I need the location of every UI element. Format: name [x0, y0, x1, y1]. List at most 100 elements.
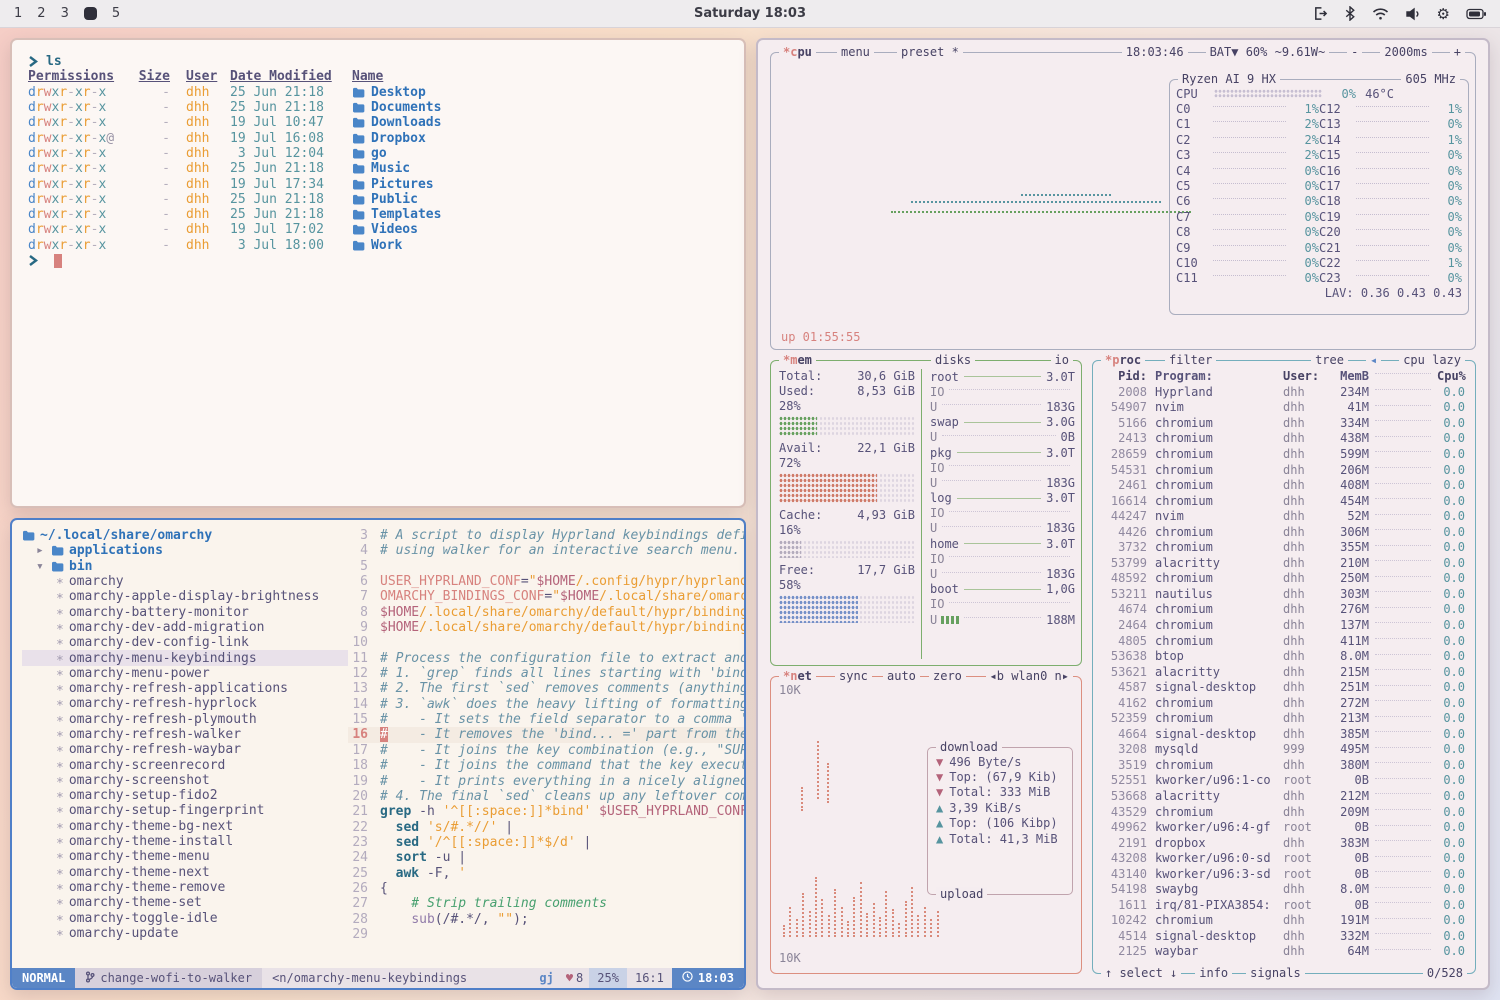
process-row[interactable]: 2461chromiumdhh408M0.0: [1097, 477, 1471, 493]
tree-file[interactable]: ∗omarchy-theme-remove: [22, 880, 348, 895]
process-row[interactable]: 54907nvimdhh41M0.0: [1097, 400, 1471, 416]
code-line[interactable]: 4# using walker for an interactive searc…: [348, 543, 744, 558]
proc-box-title[interactable]: *proc: [1101, 353, 1145, 368]
process-row[interactable]: 52551kworker/u96:1-coroot0B0.0: [1097, 773, 1471, 789]
tree-file[interactable]: ∗omarchy-theme-menu: [22, 849, 348, 864]
code-line[interactable]: 23 sed '/^[[:space:]]*$/d' |: [348, 835, 744, 850]
code-line[interactable]: 8$HOME/.local/share/omarchy/default/hypr…: [348, 605, 744, 620]
tree-file[interactable]: ∗omarchy-theme-install: [22, 834, 348, 849]
tree-file[interactable]: ∗omarchy-menu-keybindings: [22, 650, 348, 665]
process-row[interactable]: 43208kworker/u96:0-sdroot0B0.0: [1097, 850, 1471, 866]
process-row[interactable]: 52359chromiumdhh213M0.0: [1097, 710, 1471, 726]
process-row[interactable]: 4674chromiumdhh276M0.0: [1097, 602, 1471, 618]
preset-button[interactable]: preset *: [897, 45, 963, 60]
tree-file[interactable]: ∗omarchy-screenrecord: [22, 757, 348, 772]
terminal-prompt-line-2[interactable]: [28, 253, 744, 268]
process-row[interactable]: 4587signal-desktopdhh251M0.0: [1097, 679, 1471, 695]
process-row[interactable]: 43529chromiumdhh209M0.0: [1097, 804, 1471, 820]
code-line[interactable]: 11# Process the configuration file to ex…: [348, 651, 744, 666]
process-row[interactable]: 10242chromiumdhh191M0.0: [1097, 913, 1471, 929]
tree-file[interactable]: ∗omarchy-theme-bg-next: [22, 819, 348, 834]
tree-file[interactable]: ∗omarchy-apple-display-brightness: [22, 589, 348, 604]
code-line[interactable]: 29: [348, 927, 744, 942]
process-row[interactable]: 2191dropboxdhh383M0.0: [1097, 835, 1471, 851]
code-line[interactable]: 12# 1. `grep` finds all lines starting w…: [348, 666, 744, 681]
process-row[interactable]: 2464chromiumdhh137M0.0: [1097, 617, 1471, 633]
tree-file[interactable]: ∗omarchy-refresh-hyprlock: [22, 696, 348, 711]
process-row[interactable]: 4162chromiumdhh272M0.0: [1097, 695, 1471, 711]
interval-increase-button[interactable]: +: [1450, 45, 1465, 60]
code-line[interactable]: 6USER_HYPRLAND_CONF="$HOME/.config/hypr/…: [348, 574, 744, 589]
tree-folder-bin[interactable]: ▾bin: [22, 559, 348, 574]
code-line[interactable]: 3# A script to display Hyprland keybindi…: [348, 528, 744, 543]
process-row[interactable]: 3732chromiumdhh355M0.0: [1097, 539, 1471, 555]
tree-file[interactable]: ∗omarchy-refresh-waybar: [22, 742, 348, 757]
process-row[interactable]: 4426chromiumdhh306M0.0: [1097, 524, 1471, 540]
process-row[interactable]: 1611irq/81-PIXA3854:root0B0.0: [1097, 897, 1471, 913]
process-row[interactable]: 53621alacrittydhh215M0.0: [1097, 664, 1471, 680]
code-line[interactable]: 18# - It joins the command that the key …: [348, 758, 744, 773]
tree-file[interactable]: ∗omarchy-menu-power: [22, 666, 348, 681]
process-column-header[interactable]: Cpu%: [1437, 369, 1465, 383]
tree-file[interactable]: ∗omarchy-setup-fido2: [22, 788, 348, 803]
code-line[interactable]: 26{: [348, 881, 744, 896]
sort-left-arrow-icon[interactable]: ◂: [1366, 353, 1381, 368]
code-line[interactable]: 17# - It joins the key combination (e.g.…: [348, 743, 744, 758]
code-line[interactable]: 27 # Strip trailing comments: [348, 896, 744, 911]
process-row[interactable]: 53668alacrittydhh212M0.0: [1097, 788, 1471, 804]
disks-title[interactable]: disks: [931, 353, 975, 368]
code-line[interactable]: 15# - It sets the field separator to a c…: [348, 712, 744, 727]
process-row[interactable]: 48592chromiumdhh250M0.0: [1097, 571, 1471, 587]
tree-file[interactable]: ∗omarchy-screenshot: [22, 773, 348, 788]
tree-file[interactable]: ∗omarchy-refresh-walker: [22, 727, 348, 742]
tree-file[interactable]: ∗omarchy-update: [22, 926, 348, 941]
tree-file[interactable]: ∗omarchy-toggle-idle: [22, 910, 348, 925]
code-line[interactable]: 22 sed 's/#.*//' |: [348, 820, 744, 835]
code-line[interactable]: 21grep -h '^[[:space:]]*bind' $USER_HYPR…: [348, 804, 744, 819]
filter-button[interactable]: filter: [1165, 353, 1216, 368]
interval-decrease-button[interactable]: -: [1347, 45, 1362, 60]
process-column-header[interactable]: Program:: [1155, 369, 1283, 383]
code-line[interactable]: 16# - It removes the 'bind... =' part fr…: [348, 727, 744, 742]
tree-file[interactable]: ∗omarchy-theme-next: [22, 865, 348, 880]
process-row[interactable]: 54198swaybgdhh8.0M0.0: [1097, 882, 1471, 898]
process-row[interactable]: 4805chromiumdhh411M0.0: [1097, 633, 1471, 649]
process-row[interactable]: 3208mysqld999495M0.0: [1097, 742, 1471, 758]
code-line[interactable]: 14# 3. `awk` does the heavy lifting of f…: [348, 697, 744, 712]
tree-root[interactable]: ~/.local/share/omarchy: [22, 528, 348, 543]
process-row[interactable]: 2125waybardhh64M0.0: [1097, 944, 1471, 960]
tree-toggle[interactable]: tree: [1311, 353, 1348, 368]
process-row[interactable]: 4664signal-desktopdhh385M0.0: [1097, 726, 1471, 742]
mem-box-title[interactable]: *mem: [779, 353, 816, 368]
process-row[interactable]: 54531chromiumdhh206M0.0: [1097, 462, 1471, 478]
menu-button[interactable]: menu: [837, 45, 874, 60]
tree-file[interactable]: ∗omarchy-refresh-applications: [22, 681, 348, 696]
process-column-header[interactable]: Pid:: [1103, 369, 1147, 383]
code-line[interactable]: 7OMARCHY_BINDINGS_CONF="$HOME/.local/sha…: [348, 589, 744, 604]
code-line[interactable]: 24 sort -u |: [348, 850, 744, 865]
process-row[interactable]: 43140kworker/u96:3-sdroot0B0.0: [1097, 866, 1471, 882]
process-column-header[interactable]: MemB: [1325, 369, 1369, 383]
process-row[interactable]: 53799alacrittydhh210M0.0: [1097, 555, 1471, 571]
process-row[interactable]: 5166chromiumdhh334M0.0: [1097, 415, 1471, 431]
process-column-header[interactable]: User:: [1283, 369, 1325, 383]
process-row[interactable]: 44247nvimdhh52M0.0: [1097, 508, 1471, 524]
process-row[interactable]: 16614chromiumdhh454M0.0: [1097, 493, 1471, 509]
process-row[interactable]: 49962kworker/u96:4-gfroot0B0.0: [1097, 819, 1471, 835]
process-row[interactable]: 4514signal-desktopdhh332M0.0: [1097, 928, 1471, 944]
info-hint[interactable]: info: [1195, 966, 1232, 981]
sort-column[interactable]: cpu lazy: [1399, 353, 1465, 368]
code-line[interactable]: 13# 2. The first `sed` removes comments …: [348, 681, 744, 696]
process-row[interactable]: 3519chromiumdhh380M0.0: [1097, 757, 1471, 773]
clock[interactable]: Saturday 18:03: [0, 6, 1500, 21]
tree-file[interactable]: ∗omarchy-dev-config-link: [22, 635, 348, 650]
io-mode-toggle[interactable]: io: [1051, 353, 1073, 368]
tree-file[interactable]: ∗omarchy-dev-add-migration: [22, 620, 348, 635]
code-line[interactable]: 10: [348, 635, 744, 650]
code-line[interactable]: 9$HOME/.local/share/omarchy/default/hypr…: [348, 620, 744, 635]
process-row[interactable]: 28659chromiumdhh599M0.0: [1097, 446, 1471, 462]
code-line[interactable]: 25 awk -F, ': [348, 866, 744, 881]
code-line[interactable]: 5: [348, 559, 744, 574]
process-row[interactable]: 2008Hyprlanddhh234M0.0: [1097, 384, 1471, 400]
tree-file[interactable]: ∗omarchy-setup-fingerprint: [22, 803, 348, 818]
